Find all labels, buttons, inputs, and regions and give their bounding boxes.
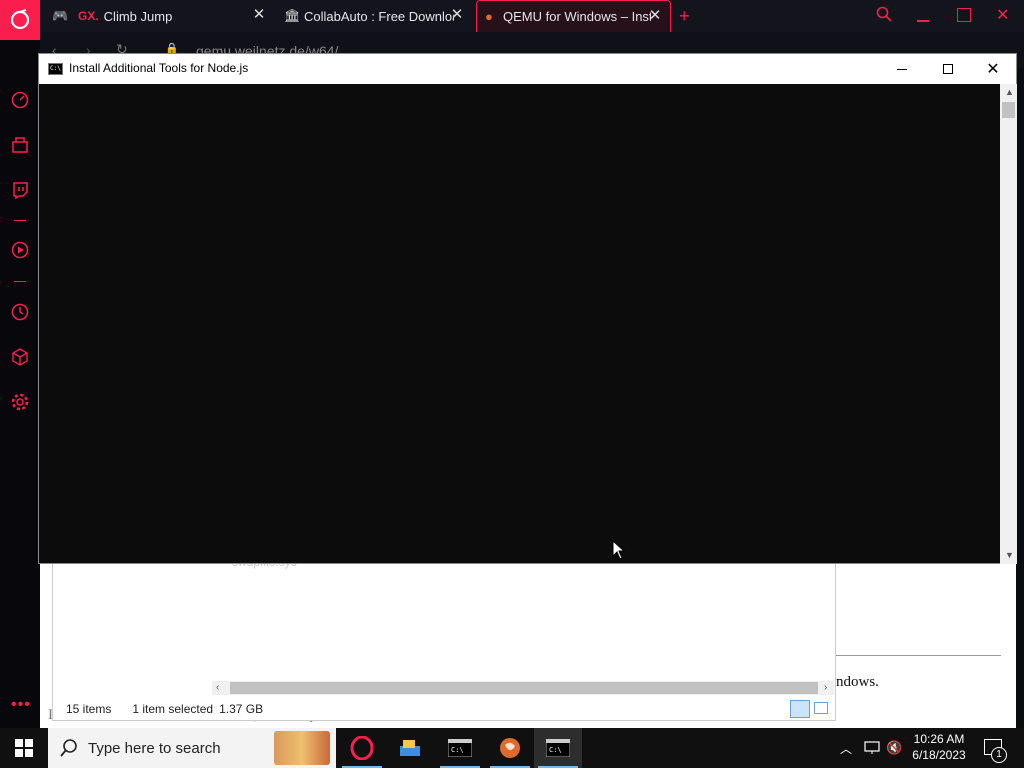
- tab-qemu[interactable]: ● QEMU for Windows – Insta ✕: [476, 0, 671, 32]
- tab-close-icon[interactable]: ✕: [648, 8, 662, 23]
- system-clock[interactable]: 10:26 AM 6/18/2023: [906, 731, 972, 763]
- file-server-icon: [400, 740, 420, 756]
- close-browser-icon[interactable]: ✕: [996, 5, 1009, 25]
- clock-date: 6/18/2023: [912, 748, 966, 762]
- search-placeholder: Type here to search: [88, 740, 221, 757]
- scroll-up-icon[interactable]: ▲: [1005, 87, 1014, 97]
- search-icon: [60, 739, 78, 762]
- horizontal-rule: [836, 655, 1001, 656]
- horizontal-scroll-thumb[interactable]: [230, 682, 818, 694]
- scroll-right-icon[interactable]: ›: [824, 682, 827, 693]
- extensions-cube-icon[interactable]: [10, 347, 30, 367]
- item-count: 15 items: [66, 702, 112, 716]
- tab-label: CollabAuto : Free Downloa: [304, 8, 454, 24]
- history-icon[interactable]: [10, 302, 30, 322]
- explorer-status-bar: 15 items 1 item selected 1.37 GB: [52, 698, 836, 720]
- twitch-icon[interactable]: [10, 180, 30, 200]
- speed-dial-icon[interactable]: [10, 90, 30, 110]
- large-icons-view-icon[interactable]: [814, 702, 828, 714]
- tab-close-icon[interactable]: ✕: [252, 7, 266, 22]
- opera-icon: [350, 736, 374, 760]
- gamepad-icon: 🎮: [52, 8, 69, 23]
- start-button[interactable]: [0, 728, 48, 768]
- svg-text:C:\: C:\: [451, 746, 464, 754]
- page-text: ndows.: [836, 674, 879, 690]
- qemu-icon: [500, 738, 520, 758]
- volume-muted-icon[interactable]: 🔇: [886, 740, 902, 756]
- console-close-button[interactable]: ✕: [970, 54, 1016, 84]
- scroll-down-icon[interactable]: ▼: [1005, 550, 1014, 560]
- windows-logo-icon: [15, 739, 33, 757]
- console-title-bar[interactable]: C:\ Install Additional Tools for Node.js…: [39, 54, 1016, 84]
- more-icon[interactable]: •••: [11, 696, 31, 714]
- console-vertical-scrollbar[interactable]: [1000, 84, 1017, 564]
- new-tab-icon[interactable]: +: [679, 6, 690, 27]
- bank-icon: 🏛: [284, 8, 301, 23]
- sidebar: •••: [0, 40, 40, 728]
- search-tabs-icon[interactable]: [876, 6, 892, 27]
- console-minimize-button[interactable]: [879, 54, 925, 84]
- console-icon: C:\: [546, 739, 570, 757]
- taskbar-console-1[interactable]: C:\: [436, 728, 484, 768]
- tab-close-icon[interactable]: ✕: [450, 7, 464, 22]
- details-view-icon[interactable]: [790, 700, 810, 718]
- tab-label: QEMU for Windows – Insta: [503, 9, 651, 24]
- sidebar-separator: [14, 281, 26, 282]
- scroll-left-icon[interactable]: ‹: [216, 682, 219, 693]
- network-icon[interactable]: [864, 741, 880, 760]
- command-prompt-icon: C:\: [48, 63, 63, 75]
- settings-gear-icon[interactable]: [10, 392, 30, 412]
- tab-label: Climb Jump: [103, 8, 173, 24]
- taskbar: Type here to search C:\ C:\ ︿ 🔇 10:26 AM…: [0, 728, 1024, 768]
- search-highlight-image-icon: [274, 731, 330, 765]
- svg-text:C:\: C:\: [549, 746, 562, 754]
- taskbar-console-2[interactable]: C:\: [534, 728, 582, 768]
- sidebar-separator: [14, 220, 26, 221]
- gx-prefix: GX.: [78, 9, 99, 23]
- mouse-cursor-icon: [612, 539, 626, 565]
- qemu-icon: ●: [485, 9, 493, 24]
- taskbar-file-manager[interactable]: [386, 728, 434, 768]
- clock-time: 10:26 AM: [913, 732, 965, 746]
- console-maximize-button[interactable]: [925, 54, 971, 84]
- selection-size: 1.37 GB: [219, 702, 264, 716]
- console-title: Install Additional Tools for Node.js: [69, 61, 249, 75]
- opera-gx-logo-icon[interactable]: [0, 0, 40, 40]
- console-icon: C:\: [448, 739, 472, 757]
- tab-collabauto[interactable]: 🏛 CollabAuto : Free Downloa ✕: [276, 0, 472, 32]
- taskbar-qemu[interactable]: [486, 728, 534, 768]
- gx-control-icon[interactable]: [10, 135, 30, 155]
- console-window[interactable]: C:\ Install Additional Tools for Node.js…: [38, 53, 1017, 564]
- notification-badge: 1: [991, 747, 1007, 763]
- player-icon[interactable]: [10, 240, 30, 260]
- restore-icon[interactable]: [957, 8, 971, 22]
- chevron-up-icon[interactable]: ︿: [840, 740, 852, 757]
- selection-status: 1 item selected: [132, 702, 214, 716]
- minimize-icon[interactable]: [917, 8, 931, 22]
- tab-climb-jump[interactable]: 🎮 GX. Climb Jump ✕: [44, 0, 274, 32]
- console-scroll-thumb[interactable]: [1002, 102, 1015, 118]
- taskbar-opera-gx[interactable]: [338, 728, 386, 768]
